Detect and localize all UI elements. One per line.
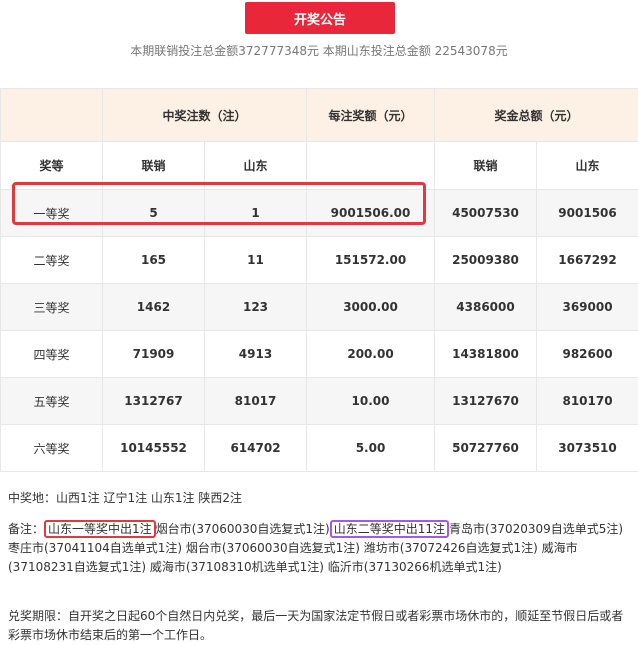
shandong-count: 11 (203, 236, 308, 284)
joint-total: 45007530 (434, 189, 538, 237)
header-prize-per-ticket: 每注奖额（元） (306, 88, 436, 142)
prize-level: 五等奖 (0, 377, 103, 425)
table-row: 五等奖 1312767 81017 10.00 13127670 810170 (0, 377, 638, 425)
prize-per-ticket: 5.00 (306, 424, 436, 472)
shandong-count: 1 (203, 189, 308, 237)
prize-level: 二等奖 (0, 236, 103, 284)
shandong-count: 81017 (203, 377, 308, 425)
remark-highlight-second-prize: 山东二等奖中出11注 (329, 520, 450, 538)
sub-header-shandong-total: 山东 (536, 141, 638, 190)
shandong-total: 982600 (536, 330, 638, 378)
table-row: 六等奖 10145552 614702 5.00 50727760 307351… (0, 424, 638, 472)
joint-total: 13127670 (434, 377, 538, 425)
table-sub-header-row: 奖等 联销 山东 联销 山东 (0, 141, 638, 190)
joint-total: 25009380 (434, 236, 538, 284)
table-group-header-row: 中奖注数（注） 每注奖额（元） 奖金总额（元） (0, 88, 638, 142)
header-winning-count: 中奖注数（注） (101, 88, 308, 142)
remark-prefix: 备注： (8, 522, 45, 536)
prize-per-ticket: 9001506.00 (306, 189, 436, 237)
header-cell-empty (0, 88, 103, 142)
shandong-total: 810170 (536, 377, 638, 425)
joint-count: 165 (102, 236, 205, 284)
sales-summary: 本期联销投注总金额372777348元 本期山东投注总金额 22543078元 (130, 44, 508, 58)
prize-per-ticket: 10.00 (306, 377, 436, 425)
joint-count: 1312767 (102, 377, 205, 425)
prize-per-ticket: 151572.00 (306, 236, 436, 284)
shandong-total: 1667292 (536, 236, 638, 284)
remark-highlight-first-prize: 山东一等奖中出1注 (44, 520, 156, 538)
joint-total: 14381800 (434, 330, 538, 378)
prize-table: 中奖注数（注） 每注奖额（元） 奖金总额（元） 奖等 联销 山东 联销 山东 一… (0, 88, 638, 472)
shandong-total: 3073510 (536, 424, 638, 472)
shandong-total: 369000 (536, 283, 638, 331)
prize-level: 一等奖 (0, 189, 103, 237)
joint-total: 4386000 (434, 283, 538, 331)
table-row: 一等奖 5 1 9001506.00 45007530 9001506 (0, 189, 638, 237)
shandong-count: 123 (203, 283, 308, 331)
sub-header-shandong: 山东 (203, 141, 308, 190)
shandong-count: 614702 (203, 424, 308, 472)
joint-count: 5 (102, 189, 205, 237)
sub-header-level: 奖等 (0, 141, 103, 190)
joint-count: 10145552 (102, 424, 205, 472)
draw-announcement-button[interactable]: 开奖公告 (245, 2, 395, 34)
prize-level: 六等奖 (0, 424, 103, 472)
table-row: 二等奖 165 11 151572.00 25009380 1667292 (0, 236, 638, 284)
remark-mid: 烟台市(37060030自选复式1注) (155, 522, 330, 536)
joint-count: 1462 (102, 283, 205, 331)
sub-header-empty (306, 141, 436, 190)
table-row: 三等奖 1462 123 3000.00 4386000 369000 (0, 283, 638, 331)
prize-level: 三等奖 (0, 283, 103, 331)
prize-level: 四等奖 (0, 330, 103, 378)
joint-count: 71909 (102, 330, 205, 378)
prize-per-ticket: 200.00 (306, 330, 436, 378)
joint-total: 50727760 (434, 424, 538, 472)
remarks: 备注： 山东一等奖中出1注 烟台市(37060030自选复式1注) 山东二等奖中出11… (8, 520, 634, 577)
header-prize-total: 奖金总额（元） (434, 88, 638, 142)
prize-per-ticket: 3000.00 (306, 283, 436, 331)
sub-header-joint-total: 联销 (434, 141, 538, 190)
shandong-count: 4913 (203, 330, 308, 378)
sub-header-joint: 联销 (102, 141, 205, 190)
shandong-total: 9001506 (536, 189, 638, 237)
claim-period: 兑奖期限：自开奖之日起60个自然日内兑奖，最后一天为国家法定节假日或者彩票市场休… (8, 609, 624, 642)
table-row: 四等奖 71909 4913 200.00 14381800 982600 (0, 330, 638, 378)
winning-locations: 中奖地：山西1注 辽宁1注 山东1注 陕西2注 (8, 491, 242, 505)
